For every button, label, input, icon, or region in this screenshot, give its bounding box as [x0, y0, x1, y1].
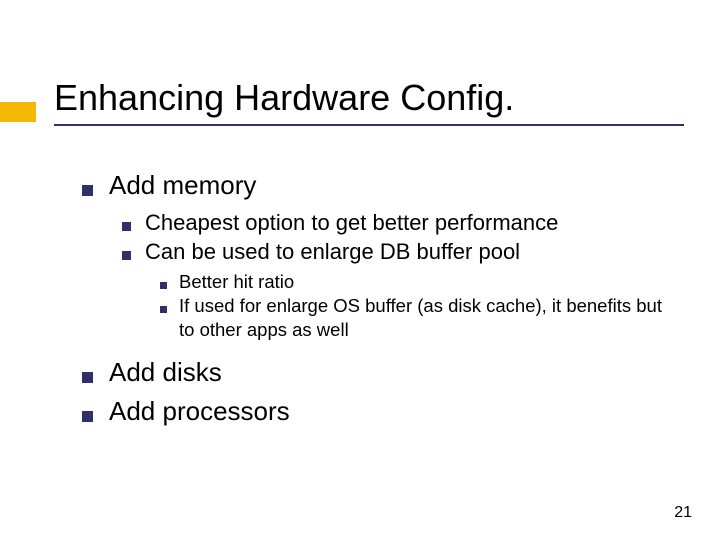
list-item: If used for enlarge OS buffer (as disk c… [160, 294, 680, 341]
list-item: Add disks [82, 355, 680, 390]
page-number: 21 [674, 504, 692, 522]
bullet-text: Add processors [109, 394, 290, 429]
square-bullet-icon [160, 306, 167, 313]
square-bullet-icon [82, 411, 93, 422]
square-bullet-icon [122, 251, 131, 260]
list-item: Cheapest option to get better performanc… [122, 209, 680, 238]
accent-block [0, 102, 36, 122]
bullet-list-lvl2: Cheapest option to get better performanc… [122, 209, 680, 341]
slide-title: Enhancing Hardware Config. [54, 78, 680, 128]
bullet-text: Can be used to enlarge DB buffer pool [145, 238, 520, 267]
bullet-text: Cheapest option to get better performanc… [145, 209, 558, 238]
list-item: Can be used to enlarge DB buffer pool Be… [122, 238, 680, 342]
square-bullet-icon [122, 222, 131, 231]
bullet-text: Add memory [109, 168, 256, 203]
square-bullet-icon [160, 282, 167, 289]
list-item: Add processors [82, 394, 680, 429]
slide-body: Add memory Cheapest option to get better… [82, 168, 680, 433]
bullet-list-lvl3: Better hit ratio If used for enlarge OS … [160, 270, 680, 341]
square-bullet-icon [82, 372, 93, 383]
bullet-list-lvl1: Add memory Cheapest option to get better… [82, 168, 680, 429]
bullet-text: Better hit ratio [179, 270, 294, 294]
list-item: Add memory Cheapest option to get better… [82, 168, 680, 341]
list-item: Better hit ratio [160, 270, 680, 294]
bullet-text: Add disks [109, 355, 222, 390]
title-underline [54, 124, 684, 126]
square-bullet-icon [82, 185, 93, 196]
bullet-text: If used for enlarge OS buffer (as disk c… [179, 294, 680, 341]
title-area: Enhancing Hardware Config. [54, 78, 680, 126]
